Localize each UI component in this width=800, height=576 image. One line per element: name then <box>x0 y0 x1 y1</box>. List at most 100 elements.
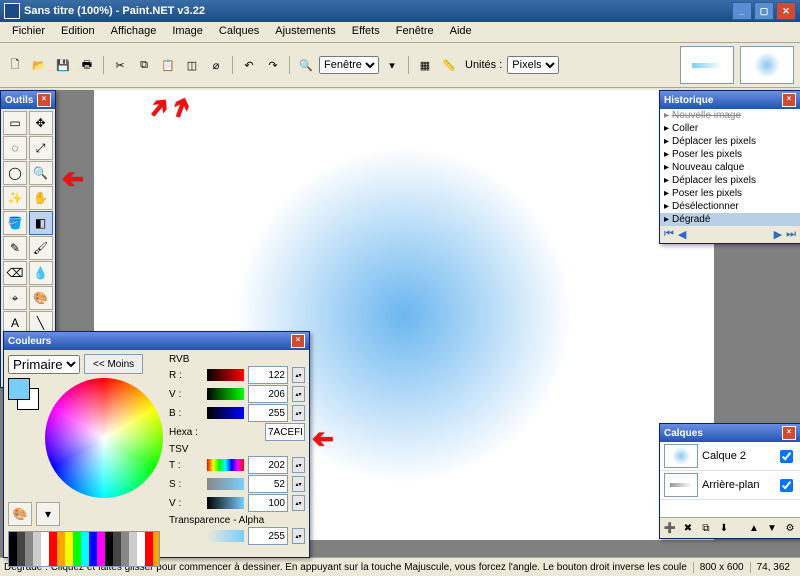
tool-recolor[interactable]: 🎨 <box>29 286 53 310</box>
menu-layers[interactable]: Calques <box>211 22 267 42</box>
crop-icon[interactable]: ◫ <box>181 54 203 76</box>
v-input[interactable] <box>248 494 288 512</box>
tool-ellipse-select[interactable]: ◯ <box>3 161 27 185</box>
menu-adjust[interactable]: Ajustements <box>267 22 344 42</box>
tool-pan[interactable]: ✋ <box>29 186 53 210</box>
save-icon[interactable]: 💾 <box>52 54 74 76</box>
zoom-dropdown-icon[interactable]: ▾ <box>381 54 403 76</box>
layer-merge-icon[interactable]: ⬇ <box>716 520 732 536</box>
cut-icon[interactable]: ✂ <box>109 54 131 76</box>
layer-down-icon[interactable]: ▼ <box>764 520 780 536</box>
menu-help[interactable]: Aide <box>442 22 480 42</box>
units-combo[interactable]: Pixels <box>507 56 559 74</box>
history-item[interactable]: ▸Dégradé <box>660 213 800 226</box>
tool-zoom[interactable]: 🔍 <box>29 161 53 185</box>
print-icon[interactable]: 🖶 <box>76 54 98 76</box>
history-next-icon[interactable]: ▶ <box>774 228 782 241</box>
v-spin[interactable]: ▴▾ <box>292 495 305 511</box>
menu-edit[interactable]: Edition <box>53 22 103 42</box>
paste-icon[interactable]: 📋 <box>157 54 179 76</box>
v-slider[interactable] <box>207 497 244 509</box>
zoom-combo[interactable]: Fenêtre <box>319 56 379 74</box>
g-slider[interactable] <box>207 388 244 400</box>
document-thumb-1[interactable] <box>680 46 734 84</box>
open-icon[interactable]: 📂 <box>28 54 50 76</box>
new-icon[interactable]: 🗋 <box>4 54 26 76</box>
tool-color-picker[interactable]: 💧 <box>29 261 53 285</box>
h-slider[interactable] <box>207 459 244 471</box>
h-spin[interactable]: ▴▾ <box>292 457 305 473</box>
history-item[interactable]: ▸Nouvelle image <box>660 109 800 122</box>
history-item[interactable]: ▸Déplacer les pixels <box>660 135 800 148</box>
colors-pane-close-icon[interactable]: × <box>291 334 305 348</box>
layer-duplicate-icon[interactable]: ⧉ <box>698 520 714 536</box>
s-spin[interactable]: ▴▾ <box>292 476 305 492</box>
history-prev-icon[interactable]: ◀ <box>678 228 686 241</box>
menu-window[interactable]: Fenêtre <box>388 22 442 42</box>
redo-icon[interactable]: ↷ <box>262 54 284 76</box>
layers-pane-close-icon[interactable]: × <box>782 426 796 440</box>
tool-paint-bucket[interactable]: 🪣 <box>3 211 27 235</box>
alpha-slider[interactable] <box>207 530 244 542</box>
history-item[interactable]: ▸Déplacer les pixels <box>660 174 800 187</box>
r-spin[interactable]: ▴▾ <box>292 367 305 383</box>
history-item[interactable]: ▸Désélectionner <box>660 200 800 213</box>
layer-row[interactable]: Arrière-plan <box>660 471 800 500</box>
tool-eraser[interactable]: ⌫ <box>3 261 27 285</box>
layer-delete-icon[interactable]: ✖ <box>680 520 696 536</box>
tool-pencil[interactable]: ✎ <box>3 236 27 260</box>
fg-bg-swatch[interactable] <box>8 378 39 410</box>
history-last-icon[interactable]: ⏭ <box>786 228 796 241</box>
copy-icon[interactable]: ⧉ <box>133 54 155 76</box>
history-item[interactable]: ▸Poser les pixels <box>660 187 800 200</box>
layer-visible-checkbox[interactable] <box>780 479 793 492</box>
tool-move-px[interactable]: ⤢ <box>29 136 53 160</box>
r-slider[interactable] <box>207 369 244 381</box>
g-spin[interactable]: ▴▾ <box>292 386 305 402</box>
tool-move-sel[interactable]: ✥ <box>29 111 53 135</box>
alpha-spin[interactable]: ▴▾ <box>292 528 305 544</box>
menu-file[interactable]: Fichier <box>4 22 53 42</box>
s-slider[interactable] <box>207 478 244 490</box>
rulers-icon[interactable]: 📏 <box>438 54 460 76</box>
tools-pane-close-icon[interactable]: × <box>37 93 51 107</box>
b-slider[interactable] <box>207 407 244 419</box>
history-item[interactable]: ▸Nouveau calque <box>660 161 800 174</box>
menu-image[interactable]: Image <box>164 22 211 42</box>
tool-lasso[interactable]: ◌ <box>3 136 27 160</box>
history-item[interactable]: ▸Coller <box>660 122 800 135</box>
deselect-icon[interactable]: ⌀ <box>205 54 227 76</box>
add-swatch-icon[interactable]: 🎨 <box>8 502 32 526</box>
layer-visible-checkbox[interactable] <box>780 450 793 463</box>
history-item[interactable]: ▸Poser les pixels <box>660 148 800 161</box>
window-close-button[interactable]: ✕ <box>776 2 796 20</box>
b-spin[interactable]: ▴▾ <box>292 405 305 421</box>
grid-icon[interactable]: ▦ <box>414 54 436 76</box>
h-input[interactable] <box>248 456 288 474</box>
r-input[interactable] <box>248 366 288 384</box>
layer-props-icon[interactable]: ⚙ <box>782 520 798 536</box>
document-thumb-2[interactable] <box>740 46 794 84</box>
colors-less-button[interactable]: << Moins <box>84 354 143 374</box>
tool-clone[interactable]: ⌖ <box>3 286 27 310</box>
window-minimize-button[interactable]: _ <box>732 2 752 20</box>
g-input[interactable] <box>248 385 288 403</box>
hex-input[interactable] <box>265 423 305 441</box>
tool-brush[interactable]: 🖌 <box>29 236 53 260</box>
color-which-combo[interactable]: Primaire <box>8 355 80 374</box>
menu-view[interactable]: Affichage <box>103 22 165 42</box>
layer-up-icon[interactable]: ▲ <box>746 520 762 536</box>
tool-gradient[interactable]: ◧ <box>29 211 53 235</box>
layer-row[interactable]: Calque 2 <box>660 442 800 471</box>
window-maximize-button[interactable]: ▢ <box>754 2 774 20</box>
palette-grid[interactable] <box>8 531 160 567</box>
zoom-tool-icon[interactable]: 🔍 <box>295 54 317 76</box>
undo-icon[interactable]: ↶ <box>238 54 260 76</box>
menu-effects[interactable]: Effets <box>344 22 388 42</box>
history-pane-close-icon[interactable]: × <box>782 93 796 107</box>
color-wheel[interactable] <box>45 378 163 498</box>
layer-add-icon[interactable]: ➕ <box>662 520 678 536</box>
tool-magic-wand[interactable]: ✨ <box>3 186 27 210</box>
manage-swatch-icon[interactable]: ▾ <box>36 502 60 526</box>
tool-rect-select[interactable]: ▭ <box>3 111 27 135</box>
